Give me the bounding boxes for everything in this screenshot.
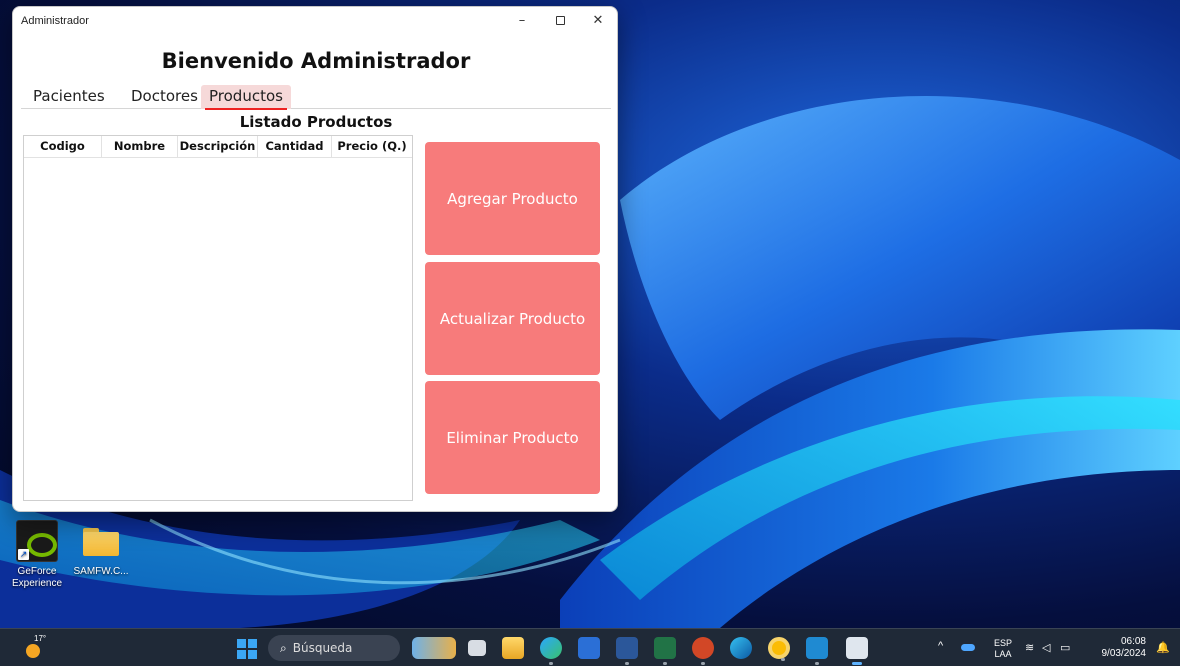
windows-logo-icon (237, 650, 246, 659)
maximize-button[interactable] (541, 7, 579, 37)
notification-bell-icon[interactable]: 🔔 (1156, 641, 1170, 666)
clock-time: 06:08 (1120, 636, 1146, 647)
taskbar-search[interactable]: ⌕ Búsqueda (268, 635, 400, 661)
tab-pacientes[interactable]: Pacientes (25, 85, 113, 109)
table-header: Codigo Nombre Descripción Cantidad Preci… (24, 136, 412, 158)
desktop-icon-label: GeForce Experience (11, 566, 63, 589)
column-header-cantidad[interactable]: Cantidad (258, 136, 332, 157)
show-hidden-icons-chevron-icon[interactable]: ^ (938, 640, 943, 666)
edge-icon[interactable] (730, 637, 752, 659)
tab-doctores[interactable]: Doctores (123, 85, 206, 109)
tab-bar: Pacientes Doctores Productos (21, 83, 611, 110)
products-list-title-text: Listado Productos (239, 113, 393, 131)
folder-icon (80, 520, 122, 562)
column-header-codigo[interactable]: Codigo (24, 136, 102, 157)
weather-widget[interactable]: 17° (22, 634, 52, 662)
language-code: ESP (994, 638, 1013, 648)
system-clock[interactable]: 06:08 9/03/2024 (1098, 636, 1147, 666)
word-icon[interactable] (616, 637, 638, 665)
minimize-button[interactable]: – (503, 7, 541, 37)
taskbar: 17° ⌕ Búsqueda ^ ESP LAA ≋ ◁ ▭ 06:08 9/03… (0, 628, 1180, 666)
desktop-icon-geforce[interactable]: GeForce Experience (6, 520, 68, 590)
windows-logo-icon (248, 650, 257, 659)
chrome-icon[interactable] (768, 637, 790, 661)
add-product-button[interactable]: Agregar Producto (425, 142, 600, 255)
products-table[interactable]: Codigo Nombre Descripción Cantidad Preci… (23, 135, 413, 501)
geforce-icon (16, 520, 58, 562)
volume-icon[interactable]: ◁ (1042, 641, 1050, 666)
column-header-nombre[interactable]: Nombre (102, 136, 178, 157)
dev-app-icon[interactable] (540, 637, 562, 665)
weather-icon (26, 644, 40, 658)
maximize-icon (555, 16, 565, 25)
weather-temperature: 17° (34, 634, 47, 643)
file-explorer-icon[interactable] (502, 637, 524, 659)
delete-product-button[interactable]: Eliminar Producto (425, 381, 600, 494)
column-header-descripcion[interactable]: Descripción (178, 136, 258, 157)
start-button[interactable] (237, 639, 257, 659)
search-icon: ⌕ (280, 641, 287, 655)
battery-icon[interactable]: ▭ (1060, 641, 1070, 666)
page-title: Bienvenido Administrador (161, 49, 471, 73)
title-bar[interactable]: Administrador – ✕ (13, 7, 617, 37)
excel-icon[interactable] (654, 637, 676, 665)
vscode-icon[interactable] (806, 637, 828, 665)
desktop-icon-label: SAMFW.C... (73, 566, 129, 577)
tab-productos[interactable]: Productos (201, 85, 291, 110)
desktop-icon-samfw[interactable]: SAMFW.C... (70, 520, 132, 578)
windows-logo-icon (237, 639, 246, 648)
widgets-icon[interactable] (412, 637, 456, 659)
store-icon[interactable] (578, 637, 600, 659)
column-header-precio[interactable]: Precio (Q.) (332, 136, 412, 157)
language-indicator[interactable]: ESP LAA (994, 638, 1012, 666)
task-view-icon[interactable] (468, 640, 486, 656)
keyboard-layout: LAA (994, 649, 1012, 659)
window-title: Administrador (21, 15, 89, 27)
onedrive-icon[interactable] (961, 644, 975, 651)
admin-window: Administrador – ✕ Bienvenido Administrad… (12, 6, 618, 512)
wifi-icon[interactable]: ≋ (1025, 641, 1034, 666)
close-button[interactable]: ✕ (579, 7, 617, 37)
update-product-button[interactable]: Actualizar Producto (425, 262, 600, 375)
powerpoint-icon[interactable] (692, 637, 714, 665)
search-placeholder: Búsqueda (292, 641, 353, 655)
windows-logo-icon (248, 639, 257, 648)
products-list-title: Listado Productos (13, 113, 617, 131)
java-app-icon[interactable] (846, 637, 868, 665)
clock-date: 9/03/2024 (1101, 648, 1147, 659)
